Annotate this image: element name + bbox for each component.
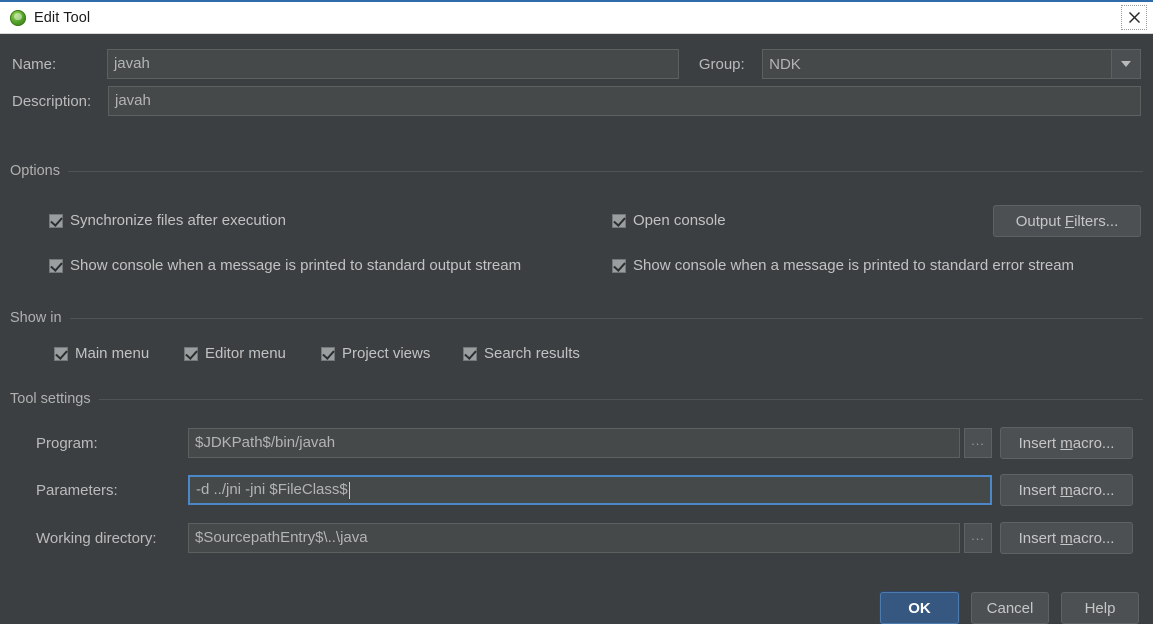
parameters-input[interactable]: -d ../jni -jni $FileClass$	[188, 475, 992, 505]
checkbox-label: Main menu	[75, 345, 150, 362]
name-label: Name:	[12, 55, 57, 73]
checkbox-icon	[612, 258, 626, 273]
text-caret	[348, 481, 350, 499]
tool-settings-divider	[98, 398, 1143, 400]
checkbox-synchronize-files[interactable]: Synchronize files after execution	[49, 212, 286, 229]
working-directory-label: Working directory:	[36, 529, 157, 547]
parameters-row: Parameters: -d ../jni -jni $FileClass$ I…	[36, 474, 1143, 506]
insert-macro-label: Insert macro...	[1018, 481, 1115, 499]
program-insert-macro-button[interactable]: Insert macro...	[1000, 427, 1133, 459]
checkbox-main-menu[interactable]: Main menu	[54, 345, 149, 362]
program-row: Program: $JDKPath$/bin/javah ... Insert …	[36, 427, 1143, 459]
ellipsis-icon: ...	[971, 527, 985, 543]
checkbox-icon	[321, 346, 335, 361]
checkbox-project-views[interactable]: Project views	[321, 345, 430, 362]
working-directory-input[interactable]: $SourcepathEntry$\..\java	[188, 523, 960, 553]
checkbox-icon	[463, 346, 477, 361]
group-value: NDK	[769, 55, 801, 73]
group-label: Group:	[698, 55, 745, 73]
cancel-button[interactable]: Cancel	[971, 592, 1049, 624]
checkbox-label: Search results	[484, 345, 580, 362]
checkbox-show-console-stdout[interactable]: Show console when a message is printed t…	[49, 257, 521, 274]
chevron-down-icon[interactable]	[1111, 50, 1140, 78]
checkbox-icon	[49, 258, 63, 273]
description-row: Description: javah	[12, 86, 1141, 116]
help-button[interactable]: Help	[1061, 592, 1139, 624]
description-label: Description:	[12, 92, 92, 110]
parameters-label: Parameters:	[36, 481, 118, 499]
checkbox-label: Open console	[633, 212, 726, 229]
checkbox-editor-menu[interactable]: Editor menu	[184, 345, 286, 362]
group-combobox[interactable]: NDK	[762, 49, 1141, 79]
show-in-divider	[69, 317, 1143, 319]
output-filters-button-inner[interactable]: Output Filters...	[993, 205, 1141, 237]
program-input[interactable]: $JDKPath$/bin/javah	[188, 428, 960, 458]
output-filters-label: Output Filters...	[1015, 212, 1119, 230]
insert-macro-label: Insert macro...	[1018, 529, 1115, 547]
checkbox-label: Show console when a message is printed t…	[70, 257, 522, 274]
working-directory-row: Working directory: $SourcepathEntry$\..\…	[36, 522, 1143, 554]
description-input[interactable]: javah	[108, 86, 1141, 116]
tool-settings-group-header: Tool settings	[10, 391, 1143, 407]
ok-button[interactable]: OK	[880, 592, 959, 624]
show-in-group-header: Show in	[10, 310, 1143, 326]
program-label: Program:	[36, 434, 98, 452]
tool-settings-header-label: Tool settings	[10, 391, 91, 407]
dialog-title-bar: Edit Tool	[0, 2, 1153, 34]
checkbox-open-console[interactable]: Open console	[612, 212, 726, 229]
checkbox-icon	[54, 346, 68, 361]
checkbox-label: Synchronize files after execution	[70, 212, 286, 229]
checkbox-icon	[184, 346, 198, 361]
parameters-insert-macro-button[interactable]: Insert macro...	[1000, 474, 1133, 506]
close-icon	[1128, 12, 1140, 23]
parameters-value: -d ../jni -jni $FileClass$	[196, 481, 348, 498]
edit-tool-dialog: Edit Tool Name: javah Group: NDK Descrip…	[0, 0, 1153, 624]
working-directory-browse-button[interactable]: ...	[964, 523, 992, 553]
name-input[interactable]: javah	[106, 49, 679, 79]
show-in-header-label: Show in	[10, 310, 62, 326]
insert-macro-label: Insert macro...	[1018, 434, 1115, 452]
name-group-row: Name: javah Group: NDK	[12, 49, 1141, 79]
options-divider	[67, 170, 1143, 172]
checkbox-label: Editor menu	[205, 345, 286, 362]
checkbox-label: Show console when a message is printed t…	[633, 257, 1075, 274]
checkbox-search-results[interactable]: Search results	[463, 345, 580, 362]
dialog-footer: OK Cancel Help	[880, 592, 1139, 624]
intellij-green-icon	[10, 9, 26, 26]
close-button[interactable]	[1121, 5, 1147, 30]
options-header-label: Options	[10, 163, 60, 179]
dialog-title: Edit Tool	[34, 9, 91, 26]
ellipsis-icon: ...	[971, 432, 985, 448]
output-filters-button[interactable]: Output Filters...	[993, 205, 1141, 237]
checkbox-icon	[612, 213, 626, 228]
working-directory-insert-macro-button[interactable]: Insert macro...	[1000, 522, 1133, 554]
checkbox-icon	[49, 213, 63, 228]
options-group-header: Options	[10, 163, 1143, 179]
checkbox-label: Project views	[342, 345, 431, 362]
program-browse-button[interactable]: ...	[964, 428, 992, 458]
checkbox-show-console-stderr[interactable]: Show console when a message is printed t…	[612, 257, 1074, 274]
